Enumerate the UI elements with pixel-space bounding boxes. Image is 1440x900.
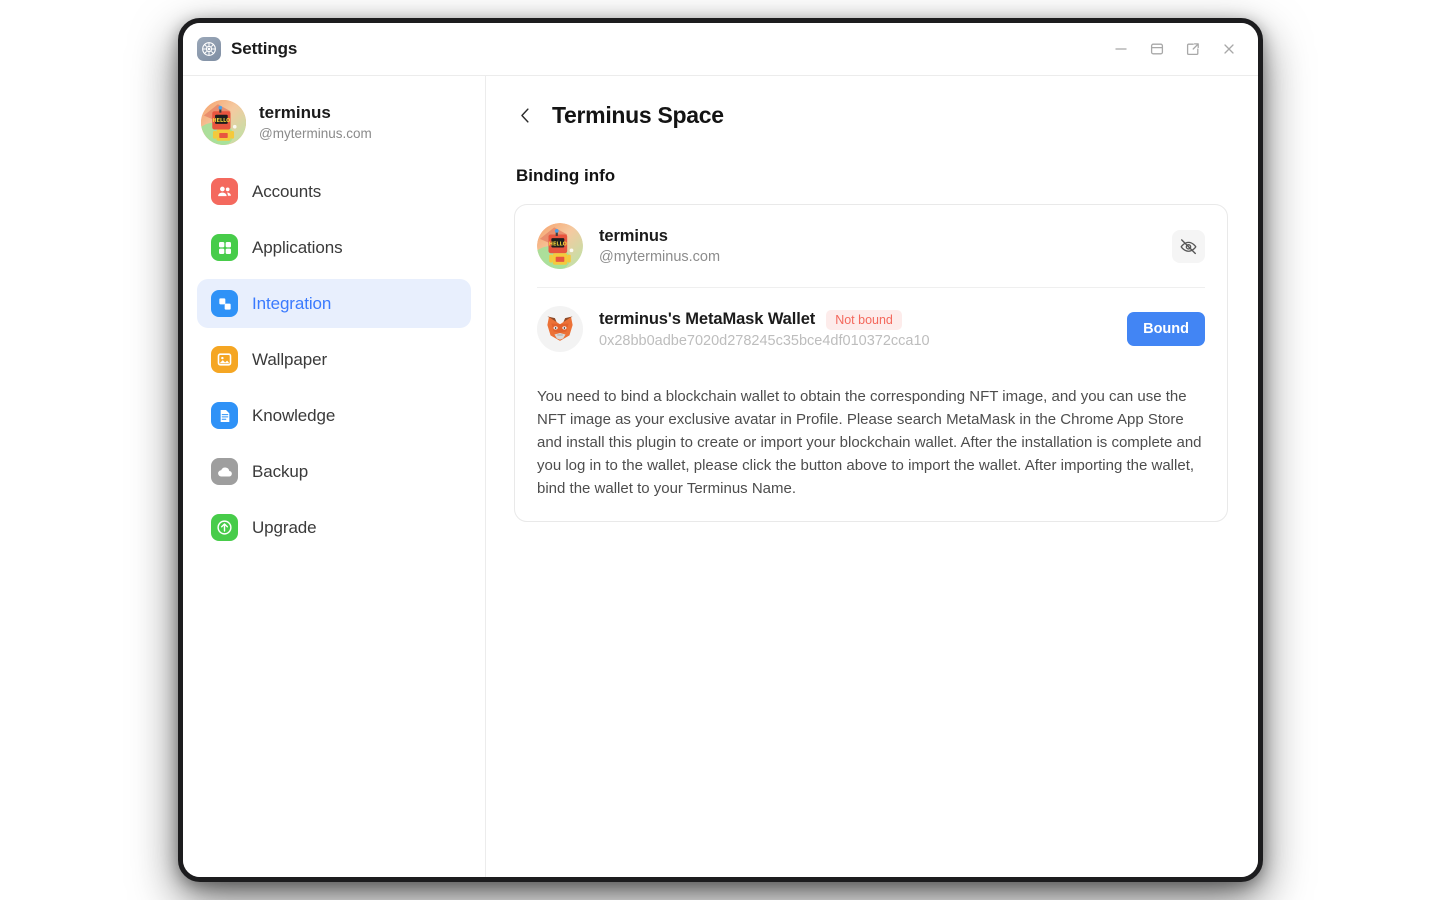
close-button[interactable] — [1218, 38, 1240, 60]
sidebar-item-wallpaper[interactable]: Wallpaper — [197, 335, 471, 384]
sidebar-item-integration[interactable]: Integration — [197, 279, 471, 328]
wallet-row: terminus's MetaMask Wallet Not bound 0x2… — [537, 288, 1205, 370]
profile-name: terminus — [259, 103, 331, 123]
sidebar-item-label: Wallpaper — [252, 349, 328, 369]
minimize-button[interactable] — [1110, 38, 1132, 60]
wallet-name: terminus's MetaMask Wallet — [599, 310, 816, 328]
account-handle: @myterminus.com — [599, 249, 721, 265]
wallet-address: 0x28bb0adbe7020d278245c35bce4df010372cca… — [599, 332, 930, 349]
account-name: terminus — [599, 227, 668, 245]
backup-icon — [211, 458, 238, 485]
avatar: HELLO — [537, 223, 583, 269]
popout-button[interactable] — [1182, 38, 1204, 60]
sidebar-item-label: Backup — [252, 461, 309, 481]
binding-description: You need to bind a blockchain wallet to … — [537, 388, 1202, 497]
page-title: Terminus Space — [552, 102, 724, 128]
window-controls — [1110, 38, 1244, 60]
section-title: Binding info — [516, 166, 616, 185]
window-title: Settings — [231, 39, 298, 58]
metamask-fox-icon — [537, 306, 583, 352]
eye-off-icon[interactable] — [1172, 229, 1205, 263]
binding-info-card: HELLO terminus @myterminus.com terminus'… — [514, 204, 1228, 522]
svg-text:HELLO: HELLO — [213, 118, 231, 124]
sidebar-item-accounts[interactable]: Accounts — [197, 167, 471, 216]
page-header: Terminus Space — [514, 102, 1228, 129]
window-body: HELLO terminus @myterminus.com Accounts … — [183, 76, 1258, 877]
account-text: terminus @myterminus.com — [599, 227, 1156, 265]
sidebar-item-label: Integration — [252, 293, 332, 313]
applications-icon — [211, 234, 238, 261]
nft-robot-avatar: HELLO — [537, 223, 583, 269]
status-badge: Not bound — [826, 309, 902, 330]
sidebar-item-label: Upgrade — [252, 517, 317, 537]
sidebar-item-label: Knowledge — [252, 405, 336, 425]
wallet-text: terminus's MetaMask Wallet Not bound 0x2… — [599, 309, 1111, 349]
screen-root: Settings HELLO terminus @myterminus.com … — [0, 0, 1440, 900]
window-titlebar: Settings — [183, 23, 1258, 76]
profile-handle: @myterminus.com — [259, 125, 372, 141]
restore-button[interactable] — [1146, 38, 1168, 60]
upgrade-icon — [211, 514, 238, 541]
wallet-title-line: terminus's MetaMask Wallet Not bound — [599, 309, 1111, 330]
main-content: Terminus Space Binding info HELLO termin… — [486, 76, 1258, 877]
account-row: HELLO terminus @myterminus.com — [537, 205, 1205, 288]
chevron-left-icon[interactable] — [514, 105, 536, 127]
integration-icon — [211, 290, 238, 317]
sidebar-item-label: Applications — [252, 237, 343, 257]
sidebar-item-label: Accounts — [252, 181, 322, 201]
sidebar-profile[interactable]: HELLO terminus @myterminus.com — [197, 94, 471, 151]
settings-gear-icon — [197, 37, 221, 61]
sidebar-item-knowledge[interactable]: Knowledge — [197, 391, 471, 440]
avatar: HELLO — [201, 100, 246, 145]
accounts-icon — [211, 178, 238, 205]
knowledge-icon — [211, 402, 238, 429]
account-title-line: terminus — [599, 227, 1156, 246]
nft-robot-avatar: HELLO — [201, 100, 246, 145]
bound-button[interactable]: Bound — [1127, 312, 1205, 346]
settings-window: Settings HELLO terminus @myterminus.com … — [178, 18, 1263, 882]
sidebar: HELLO terminus @myterminus.com Accounts … — [183, 76, 486, 877]
svg-text:HELLO: HELLO — [549, 241, 568, 247]
profile-text: terminus @myterminus.com — [259, 103, 372, 142]
wallpaper-icon — [211, 346, 238, 373]
sidebar-item-backup[interactable]: Backup — [197, 447, 471, 496]
sidebar-item-applications[interactable]: Applications — [197, 223, 471, 272]
sidebar-item-upgrade[interactable]: Upgrade — [197, 503, 471, 552]
